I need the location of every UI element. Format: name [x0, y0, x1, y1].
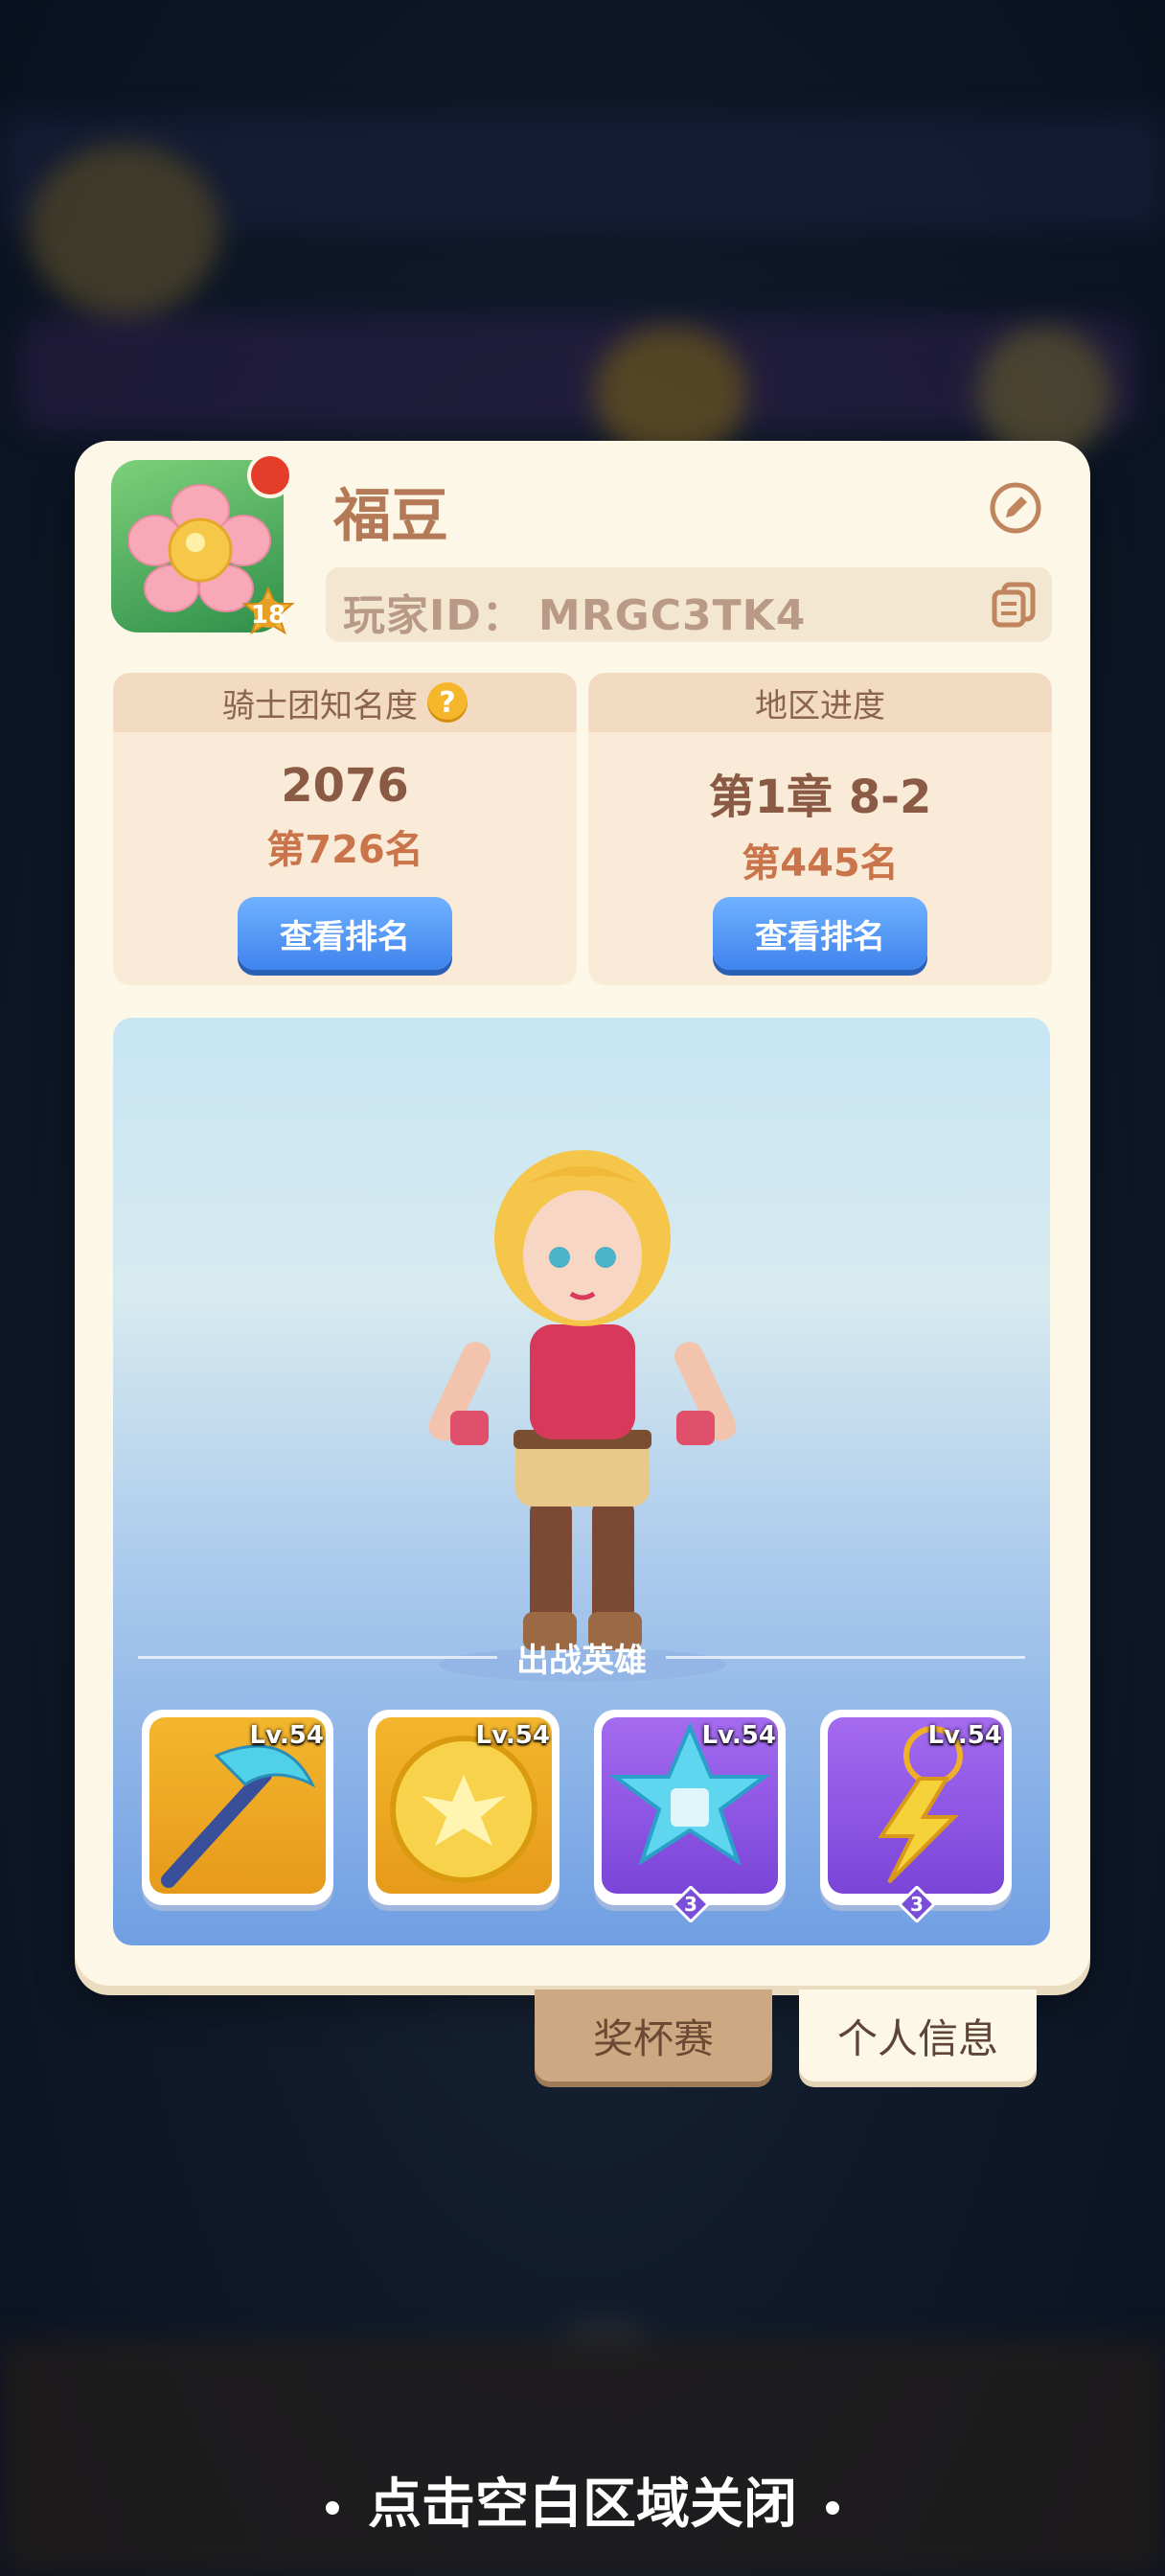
- player-avatar[interactable]: 18: [111, 452, 295, 635]
- hero-star-badge: 3: [671, 1884, 711, 1924]
- battle-heroes-title: 出战英雄: [516, 1641, 647, 1680]
- hero-star-count: 3: [684, 1893, 697, 1916]
- hero-star-count: 3: [910, 1893, 924, 1916]
- background-blob: [29, 144, 220, 316]
- tab-personal-info[interactable]: 个人信息: [799, 1990, 1037, 2082]
- battle-heroes-divider: 出战英雄: [138, 1633, 1025, 1681]
- copy-icon[interactable]: [989, 579, 1040, 631]
- background-bottom-bar: [0, 2338, 1165, 2576]
- level-number: 18: [250, 601, 286, 630]
- region-rank: 第445名: [742, 841, 899, 886]
- fame-title: 骑士团知名度: [222, 686, 418, 725]
- tab-trophy[interactable]: 奖杯赛: [535, 1990, 772, 2082]
- help-icon[interactable]: ?: [427, 682, 468, 723]
- hero-level: Lv.54: [475, 1721, 550, 1750]
- player-id-label: 玩家ID：: [343, 591, 525, 640]
- close-hint-text: 点击空白区域关闭: [368, 2473, 797, 2536]
- player-name: 福豆: [333, 483, 448, 550]
- hint-dot: [826, 2500, 839, 2515]
- hero-level: Lv.54: [701, 1721, 776, 1750]
- close-hint[interactable]: 点击空白区域关闭: [0, 2461, 1165, 2539]
- hero-card-3[interactable]: Lv.54 3: [594, 1710, 786, 1924]
- region-title: 地区进度: [755, 686, 885, 725]
- background-blob: [977, 326, 1111, 460]
- region-value: 第1章 8-2: [708, 770, 932, 824]
- player-id-value: MRGC3TK4: [537, 591, 807, 640]
- fame-rank: 第726名: [266, 828, 423, 872]
- player-id-bar: 玩家ID： MRGC3TK4: [326, 567, 1052, 642]
- fame-card: 骑士团知名度 ? 2076 第726名 查看排名: [113, 673, 577, 985]
- hero-star-badge: 3: [897, 1884, 937, 1924]
- hero-card-2[interactable]: Lv.54: [368, 1710, 560, 1905]
- hero-level: Lv.54: [249, 1721, 324, 1750]
- fame-value: 2076: [281, 759, 409, 813]
- hero-character-image: [428, 1150, 737, 1682]
- character-showcase: 出战英雄 Lv.54 Lv.54 Lv.54 3 Lv.54 3: [113, 1018, 1050, 1945]
- level-badge: 18: [240, 586, 297, 644]
- fame-rank-button[interactable]: 查看排名: [238, 897, 452, 970]
- notification-dot: [247, 452, 293, 498]
- edit-name-icon[interactable]: [989, 481, 1042, 535]
- hero-level: Lv.54: [927, 1721, 1002, 1750]
- background-banner: [19, 316, 1140, 431]
- background-blob: [594, 326, 747, 460]
- profile-panel: 18 福豆 玩家ID： MRGC3TK4 骑士团知名度 ? 2076 第726名 …: [75, 441, 1090, 1986]
- hero-card-1[interactable]: Lv.54: [142, 1710, 333, 1905]
- region-rank-button[interactable]: 查看排名: [713, 897, 927, 970]
- region-card: 地区进度 第1章 8-2 第445名 查看排名: [588, 673, 1052, 985]
- hint-dot: [326, 2500, 339, 2515]
- hero-card-4[interactable]: Lv.54 3: [820, 1710, 1012, 1924]
